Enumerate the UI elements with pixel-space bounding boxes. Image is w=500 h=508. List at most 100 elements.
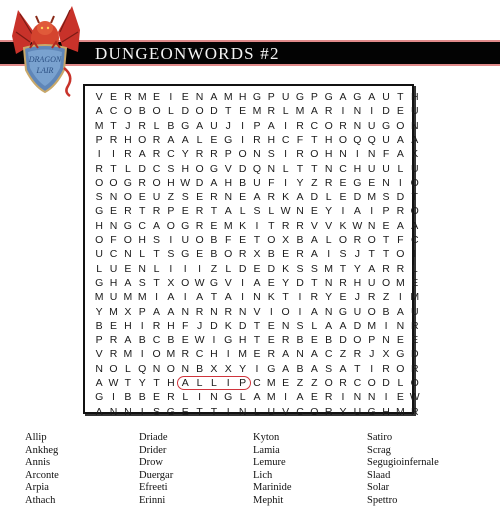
- grid-cell[interactable]: N: [336, 147, 350, 161]
- grid-cell[interactable]: M: [121, 347, 135, 361]
- grid-cell[interactable]: T: [307, 162, 321, 176]
- grid-cell[interactable]: A: [307, 233, 321, 247]
- grid-cell[interactable]: M: [293, 104, 307, 118]
- grid-cell[interactable]: L: [149, 119, 163, 133]
- grid-cell[interactable]: R: [149, 147, 163, 161]
- grid-cell[interactable]: A: [408, 133, 422, 147]
- grid-cell[interactable]: R: [192, 204, 206, 218]
- grid-cell[interactable]: U: [365, 162, 379, 176]
- grid-cell[interactable]: G: [293, 90, 307, 104]
- grid-cell[interactable]: A: [307, 305, 321, 319]
- grid-cell[interactable]: O: [408, 204, 422, 218]
- grid-cell[interactable]: D: [379, 376, 393, 390]
- grid-cell[interactable]: G: [336, 305, 350, 319]
- grid-cell[interactable]: E: [207, 133, 221, 147]
- grid-cell[interactable]: L: [178, 390, 192, 404]
- grid-cell[interactable]: M: [164, 347, 178, 361]
- grid-cell[interactable]: W: [192, 276, 206, 290]
- grid-cell[interactable]: O: [121, 190, 135, 204]
- grid-cell[interactable]: G: [365, 405, 379, 419]
- grid-cell[interactable]: R: [307, 290, 321, 304]
- grid-cell[interactable]: T: [250, 333, 264, 347]
- grid-cell[interactable]: D: [408, 347, 422, 361]
- grid-cell[interactable]: A: [192, 119, 206, 133]
- grid-cell[interactable]: G: [250, 90, 264, 104]
- grid-cell[interactable]: T: [149, 247, 163, 261]
- grid-cell[interactable]: L: [264, 204, 278, 218]
- grid-cell[interactable]: O: [336, 133, 350, 147]
- grid-cell[interactable]: N: [149, 362, 163, 376]
- grid-cell[interactable]: N: [322, 276, 336, 290]
- grid-cell[interactable]: R: [192, 305, 206, 319]
- grid-cell[interactable]: C: [336, 162, 350, 176]
- grid-cell[interactable]: R: [393, 204, 407, 218]
- grid-cell[interactable]: J: [350, 290, 364, 304]
- grid-cell[interactable]: G: [264, 362, 278, 376]
- grid-cell[interactable]: M: [92, 290, 106, 304]
- grid-cell[interactable]: X: [278, 233, 292, 247]
- grid-cell[interactable]: P: [92, 133, 106, 147]
- grid-cell[interactable]: R: [293, 119, 307, 133]
- grid-cell[interactable]: O: [149, 176, 163, 190]
- grid-cell[interactable]: B: [207, 247, 221, 261]
- grid-cell[interactable]: E: [264, 333, 278, 347]
- grid-cell[interactable]: A: [264, 119, 278, 133]
- grid-cell[interactable]: G: [164, 405, 178, 419]
- grid-cell[interactable]: Y: [322, 204, 336, 218]
- grid-cell[interactable]: G: [207, 276, 221, 290]
- grid-cell[interactable]: O: [121, 104, 135, 118]
- grid-cell[interactable]: Y: [92, 305, 106, 319]
- grid-cell[interactable]: O: [307, 147, 321, 161]
- grid-cell[interactable]: U: [178, 233, 192, 247]
- grid-cell[interactable]: I: [178, 262, 192, 276]
- grid-cell[interactable]: C: [350, 376, 364, 390]
- grid-cell[interactable]: R: [106, 133, 120, 147]
- grid-cell[interactable]: S: [379, 190, 393, 204]
- grid-cell[interactable]: T: [149, 376, 163, 390]
- grid-cell[interactable]: R: [322, 104, 336, 118]
- grid-cell[interactable]: N: [365, 147, 379, 161]
- grid-cell[interactable]: O: [235, 147, 249, 161]
- grid-cell[interactable]: E: [379, 219, 393, 233]
- grid-cell[interactable]: T: [336, 262, 350, 276]
- grid-cell[interactable]: Y: [235, 362, 249, 376]
- grid-cell[interactable]: K: [264, 290, 278, 304]
- grid-cell[interactable]: L: [135, 247, 149, 261]
- grid-cell[interactable]: X: [221, 362, 235, 376]
- grid-cell[interactable]: R: [379, 262, 393, 276]
- grid-cell[interactable]: E: [408, 276, 422, 290]
- grid-cell[interactable]: A: [365, 90, 379, 104]
- grid-cell[interactable]: H: [350, 276, 364, 290]
- grid-cell[interactable]: R: [350, 233, 364, 247]
- grid-cell[interactable]: S: [92, 190, 106, 204]
- grid-cell[interactable]: H: [92, 219, 106, 233]
- grid-cell[interactable]: D: [350, 319, 364, 333]
- grid-cell[interactable]: P: [221, 147, 235, 161]
- grid-cell[interactable]: I: [393, 176, 407, 190]
- grid-cell[interactable]: I: [365, 104, 379, 118]
- grid-cell[interactable]: O: [307, 405, 321, 419]
- grid-cell[interactable]: H: [121, 133, 135, 147]
- grid-cell[interactable]: H: [178, 162, 192, 176]
- grid-cell[interactable]: O: [393, 119, 407, 133]
- grid-cell[interactable]: D: [207, 319, 221, 333]
- grid-cell[interactable]: Y: [293, 176, 307, 190]
- grid-cell[interactable]: W: [106, 376, 120, 390]
- grid-cell[interactable]: O: [92, 233, 106, 247]
- grid-cell[interactable]: O: [192, 162, 206, 176]
- grid-cell[interactable]: E: [178, 90, 192, 104]
- grid-cell[interactable]: R: [264, 347, 278, 361]
- grid-cell[interactable]: M: [365, 319, 379, 333]
- grid-cell[interactable]: A: [164, 290, 178, 304]
- grid-cell[interactable]: M: [135, 90, 149, 104]
- grid-cell[interactable]: D: [192, 176, 206, 190]
- grid-cell[interactable]: H: [207, 347, 221, 361]
- grid-cell[interactable]: R: [149, 319, 163, 333]
- grid-cell[interactable]: N: [250, 147, 264, 161]
- grid-cell[interactable]: V: [92, 347, 106, 361]
- grid-cell[interactable]: C: [106, 247, 120, 261]
- grid-cell[interactable]: M: [135, 290, 149, 304]
- grid-cell[interactable]: N: [207, 390, 221, 404]
- grid-cell[interactable]: M: [121, 290, 135, 304]
- grid-cell[interactable]: E: [235, 104, 249, 118]
